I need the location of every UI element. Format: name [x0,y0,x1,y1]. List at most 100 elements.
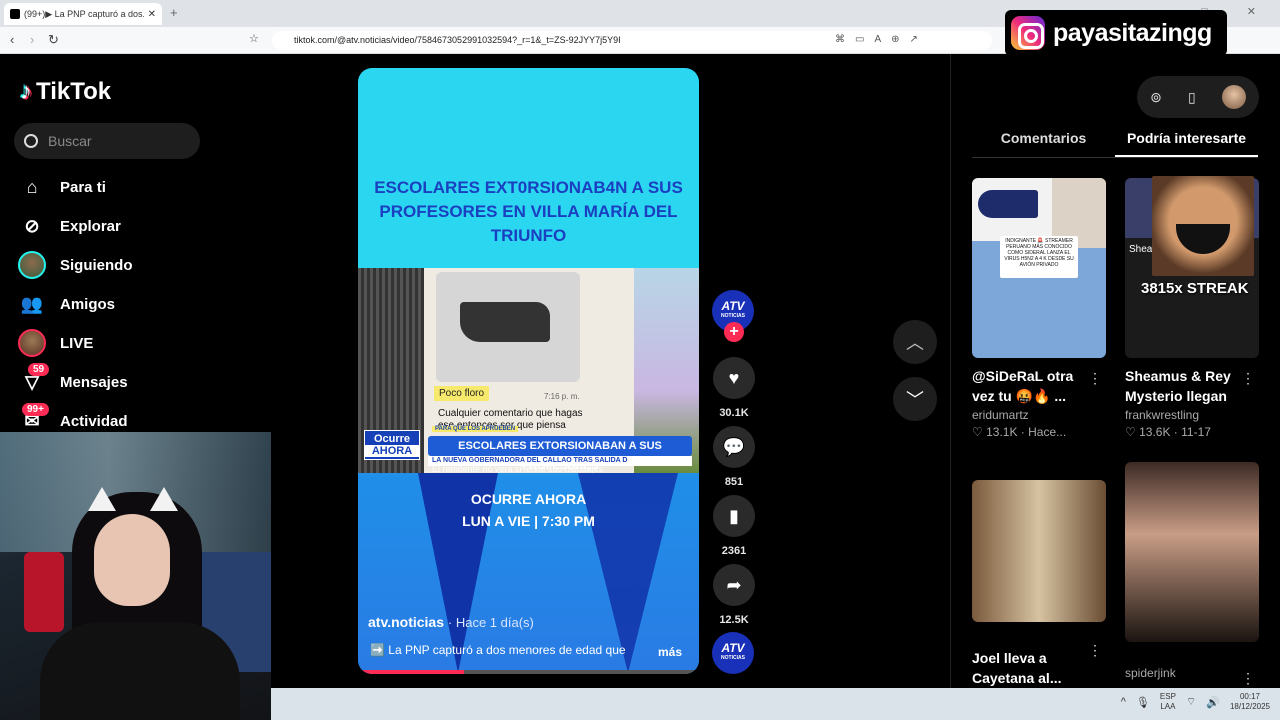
save-action[interactable]: ▮ 2361 [712,495,756,557]
video-author[interactable]: atv.noticias · Hace 1 día(s) [368,614,534,630]
comment-action[interactable]: 💬 851 [712,426,756,488]
profile-avatar[interactable] [1221,85,1246,109]
share-action[interactable]: ➦ 12.5K [712,564,756,626]
more-options-icon[interactable]: ⋮ [1088,642,1102,659]
next-video-button[interactable]: ﹀ [893,377,937,421]
more-options-icon[interactable]: ⋮ [1241,370,1255,387]
phone-icon[interactable]: ▯ [1188,89,1196,106]
card-title[interactable]: @SiDeRaL otra vez tu 🤬🔥 ... [972,366,1092,406]
right-toolbar: ⊚ ▯ [1137,76,1259,118]
share-icon[interactable]: ➦ [713,564,755,606]
video-headline: ESCOLARES EXT0RSIONAB4N A SUS PROFESORES… [374,178,683,245]
bookmark-icon[interactable]: ▮ [713,495,755,537]
search-box[interactable] [14,123,200,159]
tiktok-note-icon: ♪ [20,78,32,105]
gun-image [436,272,580,382]
clock[interactable]: 00:17 18/12/2025 [1230,692,1270,712]
back-button[interactable]: ‹ [10,32,14,47]
card-meta: ♡ 13.6K · 11-17 [1125,425,1211,439]
card-thumbnail[interactable] [972,480,1106,622]
news-banner: ESCOLARES EXTORSIONABAN A SUS PROFESORES [428,436,692,472]
clock-time: 00:17 [1239,692,1260,701]
card-user[interactable]: spiderjink [1125,666,1259,680]
tab-title: (99+)▶ La PNP capturó a dos... [23,8,144,19]
show-schedule: OCURRE AHORA LUN A VIE | 7:30 PM [358,488,699,532]
more-button[interactable]: más [658,645,682,659]
clock-date: 18/12/2025 [1229,702,1270,711]
show-name: OCURRE AHORA [470,491,587,507]
like-action[interactable]: ♥ 30.1K [712,357,756,419]
nav-item-explorar[interactable]: ⊘ Explorar [18,211,120,241]
nav-label: LIVE [60,334,94,352]
logo-text: TikTok [36,78,112,105]
recommended-card[interactable]: ⋮ spiderjink [1125,462,1259,686]
lang-code: ESP [1159,692,1176,701]
card-likes: 13.1K [986,425,1018,439]
ahora-word: AHORA [365,445,419,457]
chevron-up-icon[interactable]: ^ [1121,696,1126,708]
save-count: 2361 [721,545,747,557]
forward-button[interactable]: › [30,32,34,47]
more-options-icon[interactable]: ⋮ [1088,370,1102,387]
tiktok-logo[interactable]: ♪ TikTok [20,78,111,106]
comment-count: 851 [724,476,744,488]
browser-tab[interactable]: (99+)▶ La PNP capturó a dos... ✕ [4,3,162,25]
language-indicator[interactable]: ESP LAA [1160,692,1176,712]
card-title[interactable]: Sheamus & Rey Mysterio llegan a... [1125,366,1245,406]
microphone-icon[interactable]: 🎙 [1136,696,1150,709]
url-bar-icons[interactable]: ⌘▭A⊕↗ [835,34,928,45]
card-title[interactable]: Joel lleva a Cayetana al... [972,648,1092,688]
close-tab-icon[interactable]: ✕ [148,9,156,20]
card-likes: 13.6K [1139,425,1171,439]
volume-icon[interactable]: 🔊 [1206,696,1220,709]
nav-item-amigos[interactable]: 👥 Amigos [18,289,115,319]
video-description: ➡️ La PNP capturó a dos menores de edad … [370,643,626,657]
tab-podria-interesarte[interactable]: Podría interesarte [1115,130,1258,157]
new-tab-button[interactable]: + [170,5,178,20]
card-thumbnail[interactable]: INDIGNANTE 🚨 STREAMER PERUANO MÁS CONOCI… [972,178,1106,358]
thumbnail-caption: INDIGNANTE 🚨 STREAMER PERUANO MÁS CONOCI… [1000,236,1078,278]
activity-icon: ✉ 99+ [18,403,49,435]
wifi-icon[interactable]: ⌔ [1186,695,1196,709]
coin-icon[interactable]: ⊚ [1150,89,1162,106]
video-progress-bar[interactable] [358,670,699,674]
heart-icon[interactable]: ♥ [713,357,755,399]
card-thumbnail[interactable] [1125,462,1259,642]
author-name[interactable]: atv.noticias [368,614,444,630]
chat-time: 7:16 p. m. [544,392,580,401]
avatar-text: ATV [721,641,745,655]
nav-item-para-ti[interactable]: ⌂ Para ti [18,172,106,202]
compass-icon: ⊘ [24,215,40,236]
card-user[interactable]: eridumartz [972,408,1106,422]
show-time: LUN A VIE | 7:30 PM [462,513,595,529]
more-options-icon[interactable]: ⋮ [1241,670,1255,687]
chevron-up-icon: ︿ [906,333,924,353]
atv-disc-avatar: ATV NOTICIAS [712,632,754,674]
nav-item-mensajes[interactable]: ▽ 59 Mensajes [18,363,128,397]
recommended-card[interactable]: Joel lleva a Cayetana al... ⋮ [972,480,1106,688]
nav-item-siguiendo[interactable]: Siguiendo [18,250,133,280]
share-count: 12.5K [719,614,749,626]
reload-button[interactable]: ↻ [48,32,59,48]
nav-label: Actividad [60,412,128,430]
sound-disc[interactable]: ATV NOTICIAS [712,632,756,674]
recommended-card[interactable]: INDIGNANTE 🚨 STREAMER PERUANO MÁS CONOCI… [972,178,1106,439]
ocurre-word: Ocurre [373,433,411,445]
nav-label: Amigos [60,295,116,313]
search-input[interactable] [48,133,178,149]
previous-video-button[interactable]: ︿ [893,320,937,364]
avatar-sub: NOTICIAS [721,313,745,319]
follow-button[interactable]: + [724,322,744,342]
card-date: Hace... [1028,425,1067,439]
bookmark-icon[interactable]: ☆ [249,32,259,45]
nav-item-live[interactable]: LIVE [18,328,93,358]
chat-tag: Poco floro [434,386,490,401]
pre-banner: PARA QUE LOS APRUEBEN [432,426,519,432]
video-player[interactable]: ESCOLARES EXT0RSIONAB4N A SUS PROFESORES… [358,68,699,674]
avatar-sub: NOTICIAS [721,655,745,661]
card-user[interactable]: frankwrestling [1125,408,1259,422]
search-icon [24,134,38,148]
comment-icon[interactable]: 💬 [713,426,755,468]
video-inner-frame: Poco floro 7:16 p. m. Cualquier comentar… [358,268,699,474]
tab-comentarios[interactable]: Comentarios [972,130,1115,157]
